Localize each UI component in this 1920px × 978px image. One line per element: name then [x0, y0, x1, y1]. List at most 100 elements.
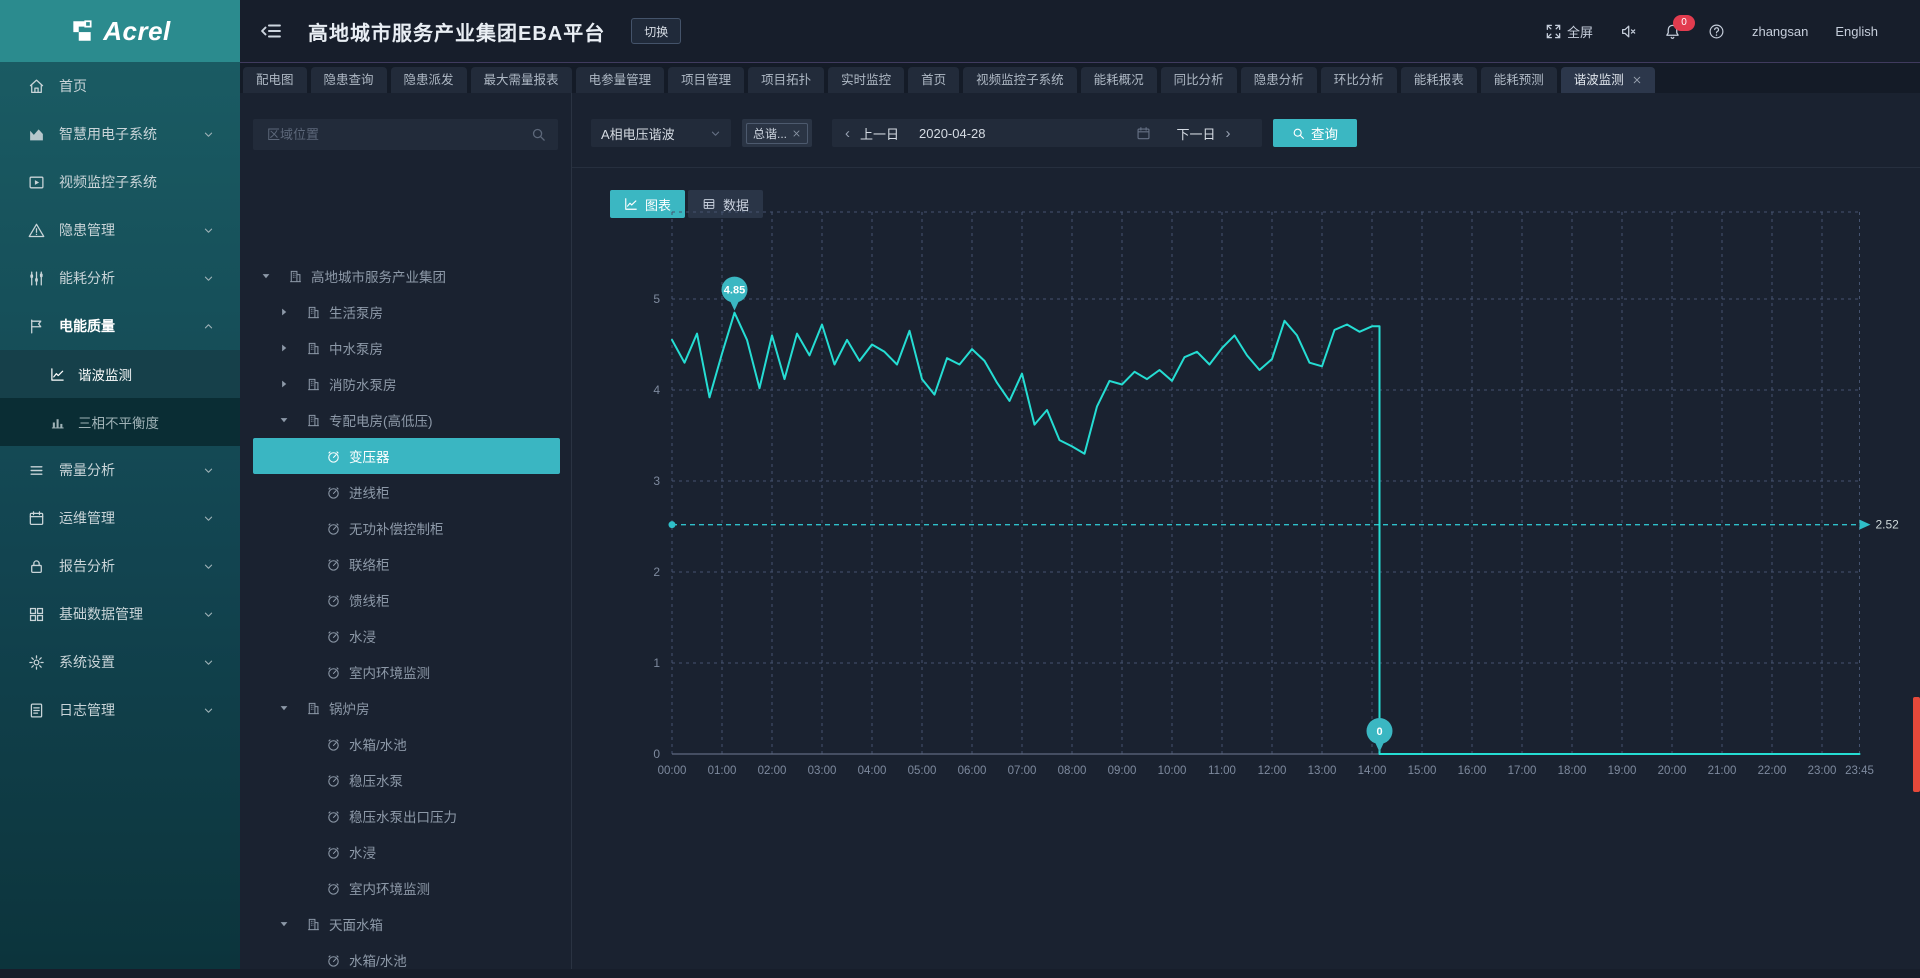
- tree-node-变压器[interactable]: 变压器: [253, 438, 560, 474]
- user-menu[interactable]: zhangsan: [1752, 24, 1808, 39]
- switch-project-button[interactable]: 切换: [631, 18, 681, 44]
- tab-实时监控[interactable]: 实时监控: [828, 67, 904, 93]
- tree-node-无功补偿控制柜[interactable]: 无功补偿控制柜: [253, 510, 560, 546]
- prev-day-button[interactable]: 上一日: [860, 124, 899, 143]
- tab-隐患派发[interactable]: 隐患派发: [391, 67, 467, 93]
- tree-node-生活泵房[interactable]: 生活泵房: [253, 294, 560, 330]
- tree-node-稳压水泵出口压力[interactable]: 稳压水泵出口压力: [253, 798, 560, 834]
- sidebar-item-日志管理[interactable]: 日志管理: [0, 686, 240, 734]
- app-logo: Acrel: [0, 0, 240, 62]
- sidebar-subitem-谐波监测[interactable]: 谐波监测: [0, 350, 240, 398]
- tab-隐患分析[interactable]: 隐患分析: [1241, 67, 1317, 93]
- sidebar-item-基础数据管理[interactable]: 基础数据管理: [0, 590, 240, 638]
- date-field[interactable]: 2020-04-28: [919, 126, 986, 141]
- tab-项目管理[interactable]: 项目管理: [668, 67, 744, 93]
- tab-label: 项目管理: [681, 67, 731, 93]
- building-icon: [306, 917, 321, 932]
- prev-day-arrow-icon[interactable]: ‹: [845, 125, 850, 142]
- warning-icon: [28, 222, 45, 239]
- sidebar-item-需量分析[interactable]: 需量分析: [0, 446, 240, 494]
- tab-电参量管理[interactable]: 电参量管理: [576, 67, 665, 93]
- next-day-button[interactable]: 下一日: [1177, 124, 1216, 143]
- language-switch[interactable]: English: [1835, 24, 1878, 39]
- caret-down-icon[interactable]: [278, 918, 290, 930]
- calendar-icon: [28, 510, 45, 527]
- caret-down-icon[interactable]: [278, 414, 290, 426]
- metric-select[interactable]: A相电压谐波: [591, 119, 731, 147]
- tab-最大需量报表[interactable]: 最大需量报表: [471, 67, 572, 93]
- metric-tag[interactable]: 总谐...: [746, 123, 808, 144]
- query-button[interactable]: 查询: [1273, 119, 1357, 147]
- tree-search-input[interactable]: [265, 126, 531, 143]
- caret-right-icon[interactable]: [278, 306, 290, 318]
- sidebar-item-报告分析[interactable]: 报告分析: [0, 542, 240, 590]
- x-axis-tick: 17:00: [1508, 765, 1537, 777]
- tab-环比分析[interactable]: 环比分析: [1321, 67, 1397, 93]
- tab-首页[interactable]: 首页: [908, 67, 959, 93]
- tab-label: 实时监控: [841, 67, 891, 93]
- caret-down-icon[interactable]: [260, 270, 272, 282]
- sidebar-item-电能质量[interactable]: 电能质量: [0, 302, 240, 350]
- tab-隐患查询[interactable]: 隐患查询: [311, 67, 387, 93]
- tab-能耗概况[interactable]: 能耗概况: [1081, 67, 1157, 93]
- sidebar-item-运维管理[interactable]: 运维管理: [0, 494, 240, 542]
- x-axis-tick: 04:00: [858, 765, 887, 777]
- tree-node-label: 天面水箱: [329, 914, 383, 934]
- tree-node-进线柜[interactable]: 进线柜: [253, 474, 560, 510]
- fullscreen-icon: [1545, 23, 1562, 40]
- close-icon[interactable]: [792, 129, 801, 138]
- sidebar-item-视频监控子系统[interactable]: 视频监控子系统: [0, 158, 240, 206]
- building-icon: [306, 305, 321, 320]
- tab-label: 隐患查询: [324, 67, 374, 93]
- help-button[interactable]: [1708, 23, 1725, 40]
- fullscreen-button[interactable]: 全屏: [1545, 22, 1593, 41]
- tab-能耗报表[interactable]: 能耗报表: [1401, 67, 1477, 93]
- close-tab-icon[interactable]: [1632, 75, 1642, 85]
- tab-同比分析[interactable]: 同比分析: [1161, 67, 1237, 93]
- tree-node-水浸[interactable]: 水浸: [253, 618, 560, 654]
- acrel-logo-icon: [69, 18, 95, 44]
- tree-node-室内环境监测[interactable]: 室内环境监测: [253, 870, 560, 906]
- tree-node-锅炉房[interactable]: 锅炉房: [253, 690, 560, 726]
- tree-node-馈线柜[interactable]: 馈线柜: [253, 582, 560, 618]
- caret-right-icon[interactable]: [278, 342, 290, 354]
- tree-node-水浸[interactable]: 水浸: [253, 834, 560, 870]
- tab-视频监控子系统[interactable]: 视频监控子系统: [963, 67, 1077, 93]
- tab-label: 首页: [921, 67, 946, 93]
- tree-node-天面水箱[interactable]: 天面水箱: [253, 906, 560, 942]
- tree-node-消防水泵房[interactable]: 消防水泵房: [253, 366, 560, 402]
- notifications-button[interactable]: 0: [1664, 23, 1681, 40]
- tab-能耗预测[interactable]: 能耗预测: [1481, 67, 1557, 93]
- sidebar-item-系统设置[interactable]: 系统设置: [0, 638, 240, 686]
- tree-node-专配电房(高低压)[interactable]: 专配电房(高低压): [253, 402, 560, 438]
- collapse-sidebar-icon[interactable]: [260, 20, 282, 42]
- caret-right-icon[interactable]: [278, 378, 290, 390]
- tree-node-室内环境监测[interactable]: 室内环境监测: [253, 654, 560, 690]
- tree-node-水箱/水池[interactable]: 水箱/水池: [253, 942, 560, 978]
- tab-项目拓扑[interactable]: 项目拓扑: [748, 67, 824, 93]
- tree-node-label: 联络柜: [349, 554, 390, 574]
- gauge-icon: [326, 557, 341, 572]
- tree-node-稳压水泵[interactable]: 稳压水泵: [253, 762, 560, 798]
- tab-谐波监测[interactable]: 谐波监测: [1561, 67, 1655, 93]
- sidebar-item-隐患管理[interactable]: 隐患管理: [0, 206, 240, 254]
- sidebar-subitem-三相不平衡度[interactable]: 三相不平衡度: [0, 398, 240, 446]
- gauge-icon: [326, 485, 341, 500]
- sidebar-item-首页[interactable]: 首页: [0, 62, 240, 110]
- sidebar-item-能耗分析[interactable]: 能耗分析: [0, 254, 240, 302]
- sidebar-item-label: 电能质量: [59, 316, 115, 336]
- sidebar-item-智慧用电子系统[interactable]: 智慧用电子系统: [0, 110, 240, 158]
- tree-node-水箱/水池[interactable]: 水箱/水池: [253, 726, 560, 762]
- caret-down-icon[interactable]: [278, 702, 290, 714]
- tree-node-高地城市服务产业集团[interactable]: 高地城市服务产业集团: [253, 258, 560, 294]
- y-axis-tick: 0: [653, 747, 660, 761]
- tree-node-联络柜[interactable]: 联络柜: [253, 546, 560, 582]
- tree-node-中水泵房[interactable]: 中水泵房: [253, 330, 560, 366]
- tab-配电图[interactable]: 配电图: [243, 67, 307, 93]
- scrollbar-thumb[interactable]: [1913, 697, 1920, 792]
- gauge-icon: [326, 449, 341, 464]
- next-day-arrow-icon[interactable]: ›: [1226, 125, 1231, 142]
- calendar-icon[interactable]: [1136, 126, 1151, 141]
- tree-search-box: [253, 119, 558, 150]
- mute-button[interactable]: [1620, 23, 1637, 40]
